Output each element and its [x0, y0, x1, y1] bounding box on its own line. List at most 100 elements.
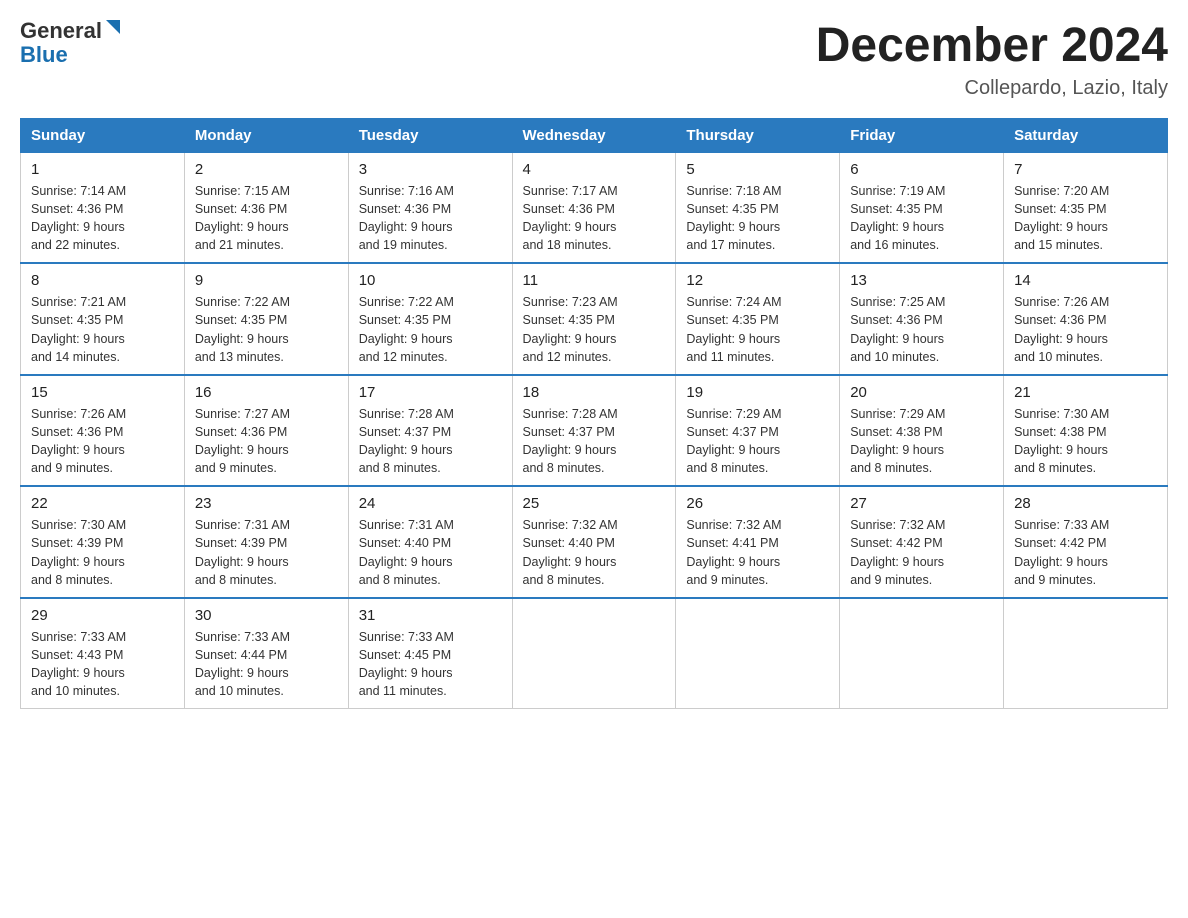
day-info: Sunrise: 7:16 AMSunset: 4:36 PMDaylight:… [359, 182, 502, 255]
day-number: 9 [195, 272, 338, 289]
day-info: Sunrise: 7:29 AMSunset: 4:37 PMDaylight:… [686, 405, 829, 478]
day-info: Sunrise: 7:26 AMSunset: 4:36 PMDaylight:… [31, 405, 174, 478]
day-number: 5 [686, 161, 829, 178]
logo-general: General [20, 20, 102, 42]
calendar-day-cell: 25 Sunrise: 7:32 AMSunset: 4:40 PMDayligh… [512, 486, 676, 598]
day-number: 29 [31, 607, 174, 624]
day-number: 27 [850, 495, 993, 512]
day-number: 6 [850, 161, 993, 178]
day-info: Sunrise: 7:31 AMSunset: 4:40 PMDaylight:… [359, 516, 502, 589]
page-header: General Blue December 2024 Collepardo, L… [20, 20, 1168, 100]
calendar-day-cell: 3 Sunrise: 7:16 AMSunset: 4:36 PMDaylight… [348, 152, 512, 263]
day-number: 8 [31, 272, 174, 289]
logo-blue: Blue [20, 42, 68, 68]
calendar-day-cell: 1 Sunrise: 7:14 AMSunset: 4:36 PMDaylight… [21, 152, 185, 263]
day-info: Sunrise: 7:25 AMSunset: 4:36 PMDaylight:… [850, 293, 993, 366]
calendar-day-cell: 4 Sunrise: 7:17 AMSunset: 4:36 PMDaylight… [512, 152, 676, 263]
calendar-day-cell: 19 Sunrise: 7:29 AMSunset: 4:37 PMDayligh… [676, 375, 840, 487]
calendar-day-cell: 13 Sunrise: 7:25 AMSunset: 4:36 PMDayligh… [840, 263, 1004, 375]
col-header-thursday: Thursday [676, 118, 840, 152]
calendar-week-row: 29Sunrise: 7:33 AMSunset: 4:43 PMDayligh… [21, 598, 1168, 709]
day-number: 30 [195, 607, 338, 624]
col-header-sunday: Sunday [21, 118, 185, 152]
calendar-day-cell: 9 Sunrise: 7:22 AMSunset: 4:35 PMDaylight… [184, 263, 348, 375]
day-number: 16 [195, 384, 338, 401]
calendar-day-cell: 31 Sunrise: 7:33 AMSunset: 4:45 PMDayligh… [348, 598, 512, 709]
day-info: Sunrise: 7:30 AMSunset: 4:39 PMDaylight:… [31, 516, 174, 589]
calendar-day-cell: 29Sunrise: 7:33 AMSunset: 4:43 PMDayligh… [21, 598, 185, 709]
day-number: 2 [195, 161, 338, 178]
day-number: 12 [686, 272, 829, 289]
day-number: 11 [523, 272, 666, 289]
day-number: 17 [359, 384, 502, 401]
day-info: Sunrise: 7:22 AMSunset: 4:35 PMDaylight:… [195, 293, 338, 366]
calendar-empty-cell [840, 598, 1004, 709]
calendar-day-cell: 8Sunrise: 7:21 AMSunset: 4:35 PMDaylight… [21, 263, 185, 375]
location: Collepardo, Lazio, Italy [816, 77, 1168, 100]
day-info: Sunrise: 7:32 AMSunset: 4:40 PMDaylight:… [523, 516, 666, 589]
day-number: 4 [523, 161, 666, 178]
calendar-day-cell: 22 Sunrise: 7:30 AMSunset: 4:39 PMDayligh… [21, 486, 185, 598]
day-info: Sunrise: 7:15 AMSunset: 4:36 PMDaylight:… [195, 182, 338, 255]
calendar-day-cell: 30Sunrise: 7:33 AMSunset: 4:44 PMDayligh… [184, 598, 348, 709]
calendar-day-cell: 10Sunrise: 7:22 AMSunset: 4:35 PMDayligh… [348, 263, 512, 375]
col-header-wednesday: Wednesday [512, 118, 676, 152]
col-header-tuesday: Tuesday [348, 118, 512, 152]
day-info: Sunrise: 7:33 AMSunset: 4:45 PMDaylight:… [359, 628, 502, 701]
col-header-monday: Monday [184, 118, 348, 152]
day-number: 13 [850, 272, 993, 289]
day-number: 20 [850, 384, 993, 401]
day-info: Sunrise: 7:32 AMSunset: 4:41 PMDaylight:… [686, 516, 829, 589]
calendar-day-cell: 28 Sunrise: 7:33 AMSunset: 4:42 PMDayligh… [1004, 486, 1168, 598]
day-info: Sunrise: 7:24 AMSunset: 4:35 PMDaylight:… [686, 293, 829, 366]
day-number: 22 [31, 495, 174, 512]
logo: General Blue [20, 20, 122, 68]
calendar-day-cell: 18Sunrise: 7:28 AMSunset: 4:37 PMDayligh… [512, 375, 676, 487]
day-number: 28 [1014, 495, 1157, 512]
day-info: Sunrise: 7:19 AMSunset: 4:35 PMDaylight:… [850, 182, 993, 255]
calendar-week-row: 8Sunrise: 7:21 AMSunset: 4:35 PMDaylight… [21, 263, 1168, 375]
day-number: 18 [523, 384, 666, 401]
calendar-day-cell: 27Sunrise: 7:32 AMSunset: 4:42 PMDayligh… [840, 486, 1004, 598]
day-info: Sunrise: 7:33 AMSunset: 4:42 PMDaylight:… [1014, 516, 1157, 589]
day-info: Sunrise: 7:20 AMSunset: 4:35 PMDaylight:… [1014, 182, 1157, 255]
day-number: 19 [686, 384, 829, 401]
calendar-week-row: 22 Sunrise: 7:30 AMSunset: 4:39 PMDayligh… [21, 486, 1168, 598]
day-number: 23 [195, 495, 338, 512]
calendar-empty-cell [1004, 598, 1168, 709]
day-info: Sunrise: 7:23 AMSunset: 4:35 PMDaylight:… [523, 293, 666, 366]
calendar-empty-cell [512, 598, 676, 709]
calendar-day-cell: 21Sunrise: 7:30 AMSunset: 4:38 PMDayligh… [1004, 375, 1168, 487]
calendar-day-cell: 12 Sunrise: 7:24 AMSunset: 4:35 PMDayligh… [676, 263, 840, 375]
day-number: 1 [31, 161, 174, 178]
day-number: 31 [359, 607, 502, 624]
day-number: 25 [523, 495, 666, 512]
logo-arrow-icon [104, 18, 122, 36]
day-info: Sunrise: 7:27 AMSunset: 4:36 PMDaylight:… [195, 405, 338, 478]
day-number: 3 [359, 161, 502, 178]
day-number: 15 [31, 384, 174, 401]
day-info: Sunrise: 7:17 AMSunset: 4:36 PMDaylight:… [523, 182, 666, 255]
day-info: Sunrise: 7:29 AMSunset: 4:38 PMDaylight:… [850, 405, 993, 478]
calendar-day-cell: 2 Sunrise: 7:15 AMSunset: 4:36 PMDaylight… [184, 152, 348, 263]
calendar-week-row: 15 Sunrise: 7:26 AMSunset: 4:36 PMDayligh… [21, 375, 1168, 487]
calendar-week-row: 1 Sunrise: 7:14 AMSunset: 4:36 PMDaylight… [21, 152, 1168, 263]
calendar-day-cell: 24Sunrise: 7:31 AMSunset: 4:40 PMDayligh… [348, 486, 512, 598]
calendar-day-cell: 15 Sunrise: 7:26 AMSunset: 4:36 PMDayligh… [21, 375, 185, 487]
day-number: 7 [1014, 161, 1157, 178]
calendar-day-cell: 20 Sunrise: 7:29 AMSunset: 4:38 PMDayligh… [840, 375, 1004, 487]
day-info: Sunrise: 7:14 AMSunset: 4:36 PMDaylight:… [31, 182, 174, 255]
calendar-day-cell: 26Sunrise: 7:32 AMSunset: 4:41 PMDayligh… [676, 486, 840, 598]
day-info: Sunrise: 7:18 AMSunset: 4:35 PMDaylight:… [686, 182, 829, 255]
calendar-table: SundayMondayTuesdayWednesdayThursdayFrid… [20, 118, 1168, 710]
col-header-friday: Friday [840, 118, 1004, 152]
calendar-day-cell: 14Sunrise: 7:26 AMSunset: 4:36 PMDayligh… [1004, 263, 1168, 375]
day-info: Sunrise: 7:22 AMSunset: 4:35 PMDaylight:… [359, 293, 502, 366]
day-info: Sunrise: 7:30 AMSunset: 4:38 PMDaylight:… [1014, 405, 1157, 478]
day-info: Sunrise: 7:26 AMSunset: 4:36 PMDaylight:… [1014, 293, 1157, 366]
calendar-day-cell: 5 Sunrise: 7:18 AMSunset: 4:35 PMDaylight… [676, 152, 840, 263]
title-block: December 2024 Collepardo, Lazio, Italy [816, 20, 1168, 100]
col-header-saturday: Saturday [1004, 118, 1168, 152]
calendar-empty-cell [676, 598, 840, 709]
calendar-day-cell: 11 Sunrise: 7:23 AMSunset: 4:35 PMDayligh… [512, 263, 676, 375]
